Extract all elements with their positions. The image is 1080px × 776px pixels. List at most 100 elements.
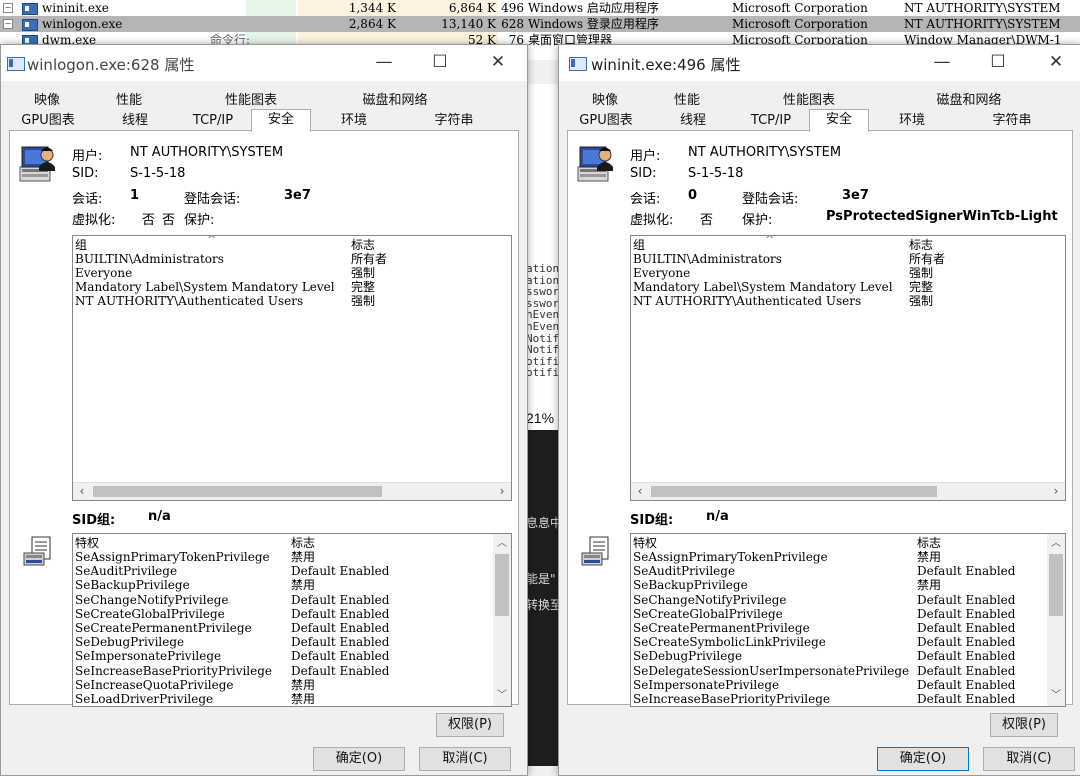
group-name: NT AUTHORITY\Authenticated Users [633, 294, 862, 308]
privilege-name: SeImpersonatePrivilege [633, 677, 780, 692]
process-explorer-icon [569, 57, 587, 71]
minimize-button[interactable]: — [919, 45, 965, 81]
groups-column-group[interactable]: 组 [75, 238, 87, 252]
properties-dialog-wininit: wininit.exe:496 属性 — ☐ ✕ 映像 性能 性能图表 磁盘和网络 GP… [558, 44, 1080, 776]
privileges-column-flags[interactable]: 标志 [291, 536, 315, 550]
process-row[interactable]: − wininit.exe 1,344 K 6,864 K 496 Windows 启动应… [0, 0, 1080, 16]
permissions-button[interactable]: 权限(P) [436, 713, 504, 737]
horizontal-scrollbar[interactable]: ‹ › [73, 482, 511, 500]
scroll-up-icon[interactable]: ︿ [1047, 536, 1065, 552]
scroll-thumb[interactable] [93, 486, 382, 497]
scroll-left-icon[interactable]: ‹ [631, 483, 649, 500]
groups-column-group[interactable]: 组 [633, 238, 645, 252]
tab-performance[interactable]: 性能 [91, 91, 167, 111]
process-icon [22, 19, 38, 31]
scroll-right-icon[interactable]: › [1047, 483, 1065, 500]
ok-button[interactable]: 确定(O) [877, 747, 969, 771]
window-title: winlogon.exe:628 属性 [27, 56, 195, 74]
sid-group-label: SID组: [72, 513, 116, 528]
groups-column-flags[interactable]: 标志 [351, 238, 375, 252]
privilege-name: SeCreatePermanentPrivilege [633, 621, 810, 635]
tab-disk-network[interactable]: 磁盘和网络 [893, 91, 1045, 111]
minimize-button[interactable]: — [361, 45, 407, 81]
privilege-flag: 禁用 [917, 578, 942, 593]
privileges-column-privilege[interactable]: 特权 [75, 536, 99, 550]
tab-strings[interactable]: 字符串 [399, 111, 509, 131]
scroll-down-icon[interactable]: ﹀ [493, 688, 511, 704]
process-private-bytes: 2,864 K [348, 17, 396, 31]
scroll-thumb[interactable] [495, 554, 509, 616]
user-account-icon [18, 141, 58, 185]
privilege-name: SeCreateGlobalPrivilege [633, 606, 783, 621]
privileges-column-privilege[interactable]: 特权 [633, 536, 657, 550]
maximize-button[interactable]: ☐ [975, 45, 1021, 81]
tab-image[interactable]: 映像 [19, 91, 75, 111]
groups-list[interactable]: 组 ^ 标志 BUILTIN\Administrators 所有者 Everyone 强制 M… [630, 235, 1066, 501]
tab-performance[interactable]: 性能 [649, 91, 725, 111]
privilege-name: SeBackupPrivilege [633, 578, 748, 593]
maximize-button[interactable]: ☐ [417, 45, 463, 81]
scroll-left-icon[interactable]: ‹ [73, 483, 91, 500]
tab-security[interactable]: 安全 [809, 109, 869, 132]
privilege-name: SeChangeNotifyPrivilege [75, 592, 229, 607]
horizontal-scrollbar[interactable]: ‹ › [631, 482, 1065, 500]
terminal-text-fragment: 息息中 [526, 516, 563, 530]
tab-performance-graph[interactable]: 性能图表 [191, 91, 311, 111]
scroll-down-icon[interactable]: ﹀ [1047, 688, 1065, 704]
process-name: winlogon.exe [42, 17, 123, 31]
vertical-scrollbar[interactable]: ︿ ﹀ [493, 534, 511, 706]
expand-collapse-icon[interactable]: − [3, 3, 13, 13]
privileges-list[interactable]: 特权 标志 SeAssignPrimaryTokenPrivilege 禁用 SeAud… [72, 533, 512, 707]
close-button[interactable]: ✕ [475, 45, 521, 81]
tab-image[interactable]: 映像 [577, 91, 633, 111]
tab-gpu-graph[interactable]: GPU图表 [567, 111, 645, 131]
process-row[interactable]: − winlogon.exe 2,864 K 13,140 K 628 Windows 登… [0, 16, 1080, 32]
close-button[interactable]: ✕ [1033, 45, 1079, 81]
groups-column-flags[interactable]: 标志 [909, 238, 933, 252]
tab-environment[interactable]: 环境 [309, 111, 399, 131]
tab-environment[interactable]: 环境 [867, 111, 957, 131]
session-value: 1 [130, 188, 140, 203]
privilege-name: SeCreatePermanentPrivilege [75, 621, 252, 635]
scroll-up-icon[interactable]: ︿ [493, 536, 511, 552]
scroll-right-icon[interactable]: › [493, 483, 511, 500]
tab-gpu-graph[interactable]: GPU图表 [9, 111, 87, 131]
privilege-name: SeDebugPrivilege [75, 635, 185, 650]
process-pid: 628 [501, 17, 524, 31]
tab-performance-graph[interactable]: 性能图表 [749, 91, 869, 111]
process-working-set: 6,864 K [448, 1, 496, 15]
permissions-button[interactable]: 权限(P) [990, 713, 1058, 737]
user-value: NT AUTHORITY\SYSTEM [130, 145, 284, 160]
group-name: BUILTIN\Administrators [633, 252, 782, 266]
terminal-text-fragment: 能是" [526, 572, 556, 586]
privilege-flag: Default Enabled [291, 592, 390, 607]
tab-tcpip[interactable]: TCP/IP [733, 111, 809, 131]
tab-threads[interactable]: 线程 [649, 111, 737, 131]
groups-list[interactable]: 组 ^ 标志 BUILTIN\Administrators 所有者 Everyone 强制 M… [72, 235, 512, 501]
tab-threads[interactable]: 线程 [91, 111, 179, 131]
privilege-name: SeChangeNotifyPrivilege [633, 592, 787, 607]
group-flag: 强制 [909, 294, 934, 308]
tab-security[interactable]: 安全 [251, 109, 311, 132]
expand-collapse-icon[interactable]: − [3, 19, 13, 29]
tab-tcpip[interactable]: TCP/IP [175, 111, 251, 131]
tab-strings[interactable]: 字符串 [957, 111, 1067, 131]
scroll-thumb[interactable] [1049, 554, 1063, 616]
privileges-column-flags[interactable]: 标志 [917, 536, 941, 550]
protected-label: 保护: [742, 213, 773, 228]
privilege-flag: Default Enabled [917, 649, 1016, 664]
tab-disk-network[interactable]: 磁盘和网络 [319, 91, 471, 111]
process-user: NT AUTHORITY\SYSTEM [904, 1, 1061, 15]
privilege-name: SeAuditPrivilege [75, 564, 178, 579]
title-bar[interactable]: winlogon.exe:628 属性 — ☐ ✕ [1, 45, 527, 81]
user-value: NT AUTHORITY\SYSTEM [688, 145, 842, 160]
privilege-name: SeLoadDriverPrivilege [75, 692, 214, 706]
session-label: 会话: [630, 192, 661, 207]
scroll-thumb[interactable] [651, 486, 937, 497]
title-bar[interactable]: wininit.exe:496 属性 — ☐ ✕ [559, 45, 1080, 81]
cancel-button[interactable]: 取消(C) [983, 747, 1075, 771]
cancel-button[interactable]: 取消(C) [419, 747, 511, 771]
ok-button[interactable]: 确定(O) [313, 747, 405, 771]
privileges-list[interactable]: 特权 标志 SeAssignPrimaryTokenPrivilege 禁用 SeAud… [630, 533, 1066, 707]
vertical-scrollbar[interactable]: ︿ ﹀ [1047, 534, 1065, 706]
